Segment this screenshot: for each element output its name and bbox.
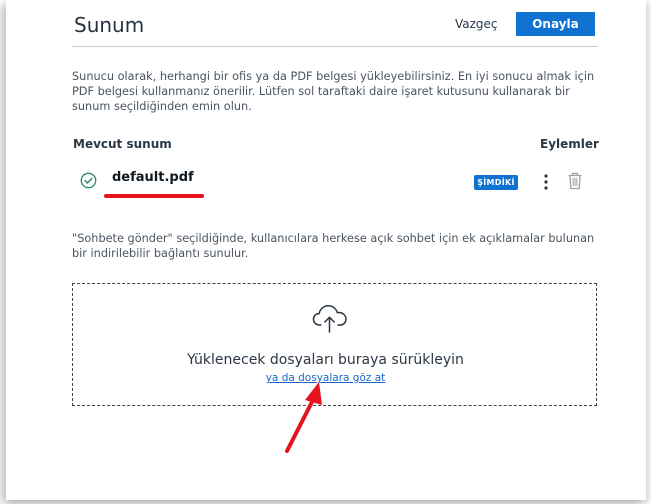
file-dropzone[interactable]: [72, 283, 597, 406]
current-badge: ŞİMDİKİ: [474, 175, 518, 190]
cloud-upload-icon: [312, 305, 347, 333]
dialog-description: Sunucu olarak, herhangi bir ofis ya da P…: [72, 70, 595, 113]
check-circle-icon[interactable]: [80, 172, 97, 189]
annotation-underline: [104, 194, 204, 198]
presentation-filename: default.pdf: [112, 170, 194, 185]
trash-icon[interactable]: [567, 172, 583, 190]
annotation-arrow-icon: [285, 382, 322, 453]
header-divider: [72, 46, 598, 47]
current-presentation-header: Mevcut sunum: [73, 137, 172, 151]
dropzone-text: Yüklenecek dosyaları buraya sürükleyin: [187, 352, 464, 368]
chat-note: "Sohbete gönder" seçildiğinde, kullanıcı…: [72, 232, 595, 260]
more-vertical-icon[interactable]: [541, 172, 551, 192]
cancel-button[interactable]: Vazgeç: [455, 17, 498, 31]
actions-header: Eylemler: [540, 137, 599, 151]
dialog-title: Sunum: [74, 13, 145, 37]
confirm-button[interactable]: Onayla: [516, 12, 595, 36]
